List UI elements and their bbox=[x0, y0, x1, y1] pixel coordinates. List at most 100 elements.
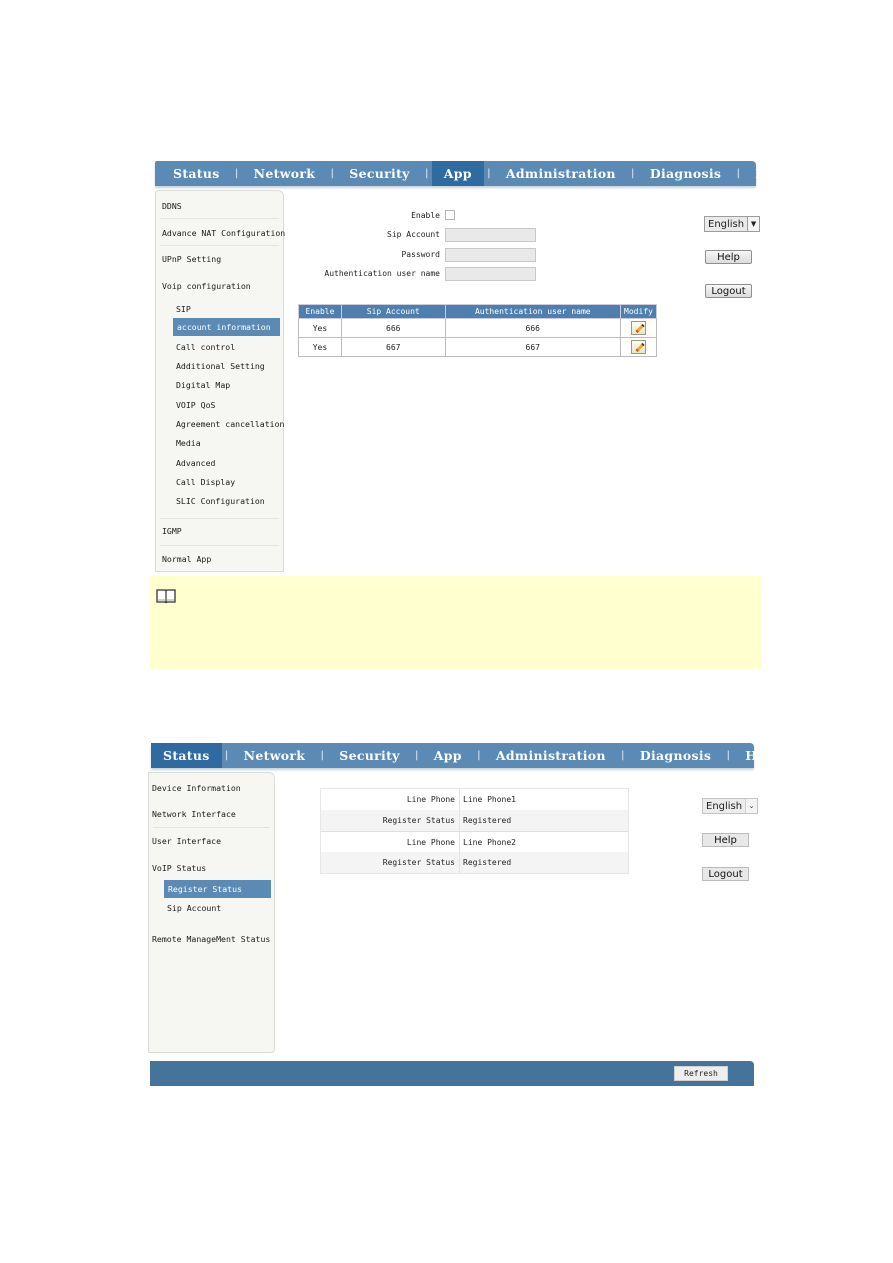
tab-administration[interactable]: Administration bbox=[484, 743, 618, 768]
divider bbox=[160, 545, 279, 546]
sidebar-item-network-interface[interactable]: Network Interface bbox=[152, 805, 274, 823]
nav-separator: | bbox=[619, 750, 626, 761]
sidebar-item-upnp[interactable]: UPnP Setting bbox=[162, 250, 283, 268]
tab-help[interactable]: Help bbox=[733, 743, 791, 768]
sidebar-item-additional-setting[interactable]: Additional Setting bbox=[176, 357, 283, 375]
password-label: Password bbox=[401, 250, 440, 259]
row-value: Registered bbox=[463, 858, 512, 867]
sidebar-item-digital-map[interactable]: Digital Map bbox=[176, 376, 283, 394]
auth-user-input[interactable] bbox=[445, 267, 536, 281]
sidebar-item-call-control[interactable]: Call control bbox=[176, 338, 283, 356]
sip-account-label: Sip Account bbox=[387, 230, 440, 239]
row-value: Line Phone2 bbox=[463, 837, 516, 847]
sidebar-item-advance-nat[interactable]: Advance NAT Configuration bbox=[162, 224, 285, 242]
enable-checkbox[interactable] bbox=[445, 210, 455, 220]
sidebar: DDNS Advance NAT Configuration UPnP Sett… bbox=[155, 190, 285, 572]
tab-help[interactable]: Help bbox=[743, 161, 801, 186]
sidebar: Device Information Network Interface Use… bbox=[148, 772, 275, 1053]
tab-diagnosis[interactable]: Diagnosis bbox=[638, 161, 733, 186]
table-row: Yes 666 666 bbox=[298, 318, 657, 338]
refresh-button[interactable]: Refresh bbox=[674, 1066, 728, 1081]
row-label: Line Phone bbox=[321, 789, 460, 810]
sidebar-item-call-display[interactable]: Call Display bbox=[176, 473, 283, 491]
dropdown-arrow-icon: ▼ bbox=[747, 217, 760, 231]
tab-network[interactable]: Network bbox=[232, 743, 318, 768]
main-nav: Status | Network | Security | App | Admi… bbox=[151, 743, 779, 768]
auth-user-label: Authentication user name bbox=[324, 269, 440, 278]
divider bbox=[153, 827, 270, 828]
password-input[interactable] bbox=[445, 248, 536, 262]
cell-enable: Yes bbox=[298, 337, 342, 357]
col-sip-account: Sip Account bbox=[340, 304, 446, 319]
sidebar-item-slic-configuration[interactable]: SLIC Configuration bbox=[176, 492, 283, 510]
logout-button[interactable]: Logout bbox=[702, 867, 749, 881]
account-table: Enable Sip Account Authentication user n… bbox=[298, 304, 657, 357]
nav-separator: | bbox=[319, 750, 326, 761]
cell-sip-account: 666 bbox=[340, 318, 446, 338]
language-select[interactable]: English ▼ bbox=[704, 216, 761, 232]
row-label: Register Status bbox=[321, 852, 460, 873]
edit-icon[interactable] bbox=[631, 340, 646, 354]
tab-network[interactable]: Network bbox=[242, 161, 328, 186]
sidebar-item-advanced[interactable]: Advanced bbox=[176, 454, 283, 472]
divider bbox=[160, 218, 279, 219]
row-label: Line Phone bbox=[321, 832, 460, 852]
cell-enable: Yes bbox=[298, 318, 342, 338]
table-row: Line Phone Line Phone2 bbox=[321, 831, 628, 852]
table-header-row: Enable Sip Account Authentication user n… bbox=[298, 304, 657, 319]
nav-separator: | bbox=[329, 168, 336, 179]
tab-security[interactable]: Security bbox=[337, 161, 421, 186]
sidebar-item-normal-app[interactable]: Normal App bbox=[162, 550, 283, 568]
tab-administration[interactable]: Administration bbox=[494, 161, 628, 186]
tab-diagnosis[interactable]: Diagnosis bbox=[628, 743, 723, 768]
tab-app[interactable]: App bbox=[431, 161, 484, 186]
nav-separator: | bbox=[629, 168, 636, 179]
nav-separator: | bbox=[475, 750, 482, 761]
sidebar-item-remote-management-status[interactable]: Remote ManageMent Status bbox=[152, 930, 274, 948]
register-status-table: Line Phone Line Phone1 Register Status R… bbox=[320, 788, 629, 874]
col-modify: Modify bbox=[620, 304, 657, 319]
nav-separator: | bbox=[233, 168, 240, 179]
logout-button[interactable]: Logout bbox=[705, 284, 752, 298]
nav-separator: | bbox=[735, 168, 742, 179]
help-button[interactable]: Help bbox=[705, 250, 752, 264]
tab-security[interactable]: Security bbox=[327, 743, 411, 768]
nav-separator: | bbox=[423, 168, 430, 179]
note-box bbox=[150, 576, 761, 669]
sidebar-item-igmp[interactable]: IGMP bbox=[162, 522, 283, 540]
sidebar-item-agreement-cancellation[interactable]: Agreement cancellation bbox=[176, 415, 284, 433]
chevron-down-icon: ⌄ bbox=[745, 799, 758, 813]
sidebar-item-ddns[interactable]: DDNS bbox=[162, 197, 283, 215]
table-row: Register Status Registered bbox=[321, 810, 628, 831]
divider bbox=[160, 245, 279, 246]
table-row: Register Status Registered bbox=[321, 852, 628, 873]
edit-icon[interactable] bbox=[631, 321, 646, 335]
sidebar-item-device-information[interactable]: Device Information bbox=[152, 779, 274, 797]
sidebar-item-voip-configuration[interactable]: Voip configuration bbox=[162, 277, 283, 295]
tab-app[interactable]: App bbox=[422, 743, 474, 768]
table-row: Yes 667 667 bbox=[298, 337, 657, 357]
sidebar-item-sip-account[interactable]: Sip Account bbox=[167, 899, 274, 917]
table-row: Line Phone Line Phone1 bbox=[321, 789, 628, 810]
help-button[interactable]: Help bbox=[702, 833, 749, 847]
sip-account-input[interactable] bbox=[445, 228, 536, 242]
book-icon bbox=[156, 589, 176, 604]
sidebar-item-sip[interactable]: SIP bbox=[176, 300, 283, 318]
nav-separator: | bbox=[485, 168, 492, 179]
sidebar-item-voip-qos[interactable]: VOIP QoS bbox=[176, 396, 283, 414]
cell-sip-account: 667 bbox=[340, 337, 446, 357]
cell-auth-user: 667 bbox=[444, 337, 622, 357]
tab-status[interactable]: Status bbox=[151, 743, 222, 768]
sidebar-item-media[interactable]: Media bbox=[176, 434, 283, 452]
language-select[interactable]: English ⌄ bbox=[702, 798, 759, 814]
col-enable: Enable bbox=[298, 304, 342, 319]
sidebar-item-account-information[interactable]: account information bbox=[173, 318, 280, 336]
sidebar-item-register-status[interactable]: Register Status bbox=[164, 880, 271, 898]
tab-status[interactable]: Status bbox=[155, 161, 232, 186]
sidebar-item-user-interface[interactable]: User Interface bbox=[152, 832, 274, 850]
nav-separator: | bbox=[725, 750, 732, 761]
sidebar-item-voip-status[interactable]: VoIP Status bbox=[152, 859, 274, 877]
row-label: Register Status bbox=[321, 810, 460, 831]
row-value: Registered bbox=[463, 816, 512, 825]
language-value: English bbox=[706, 800, 743, 812]
